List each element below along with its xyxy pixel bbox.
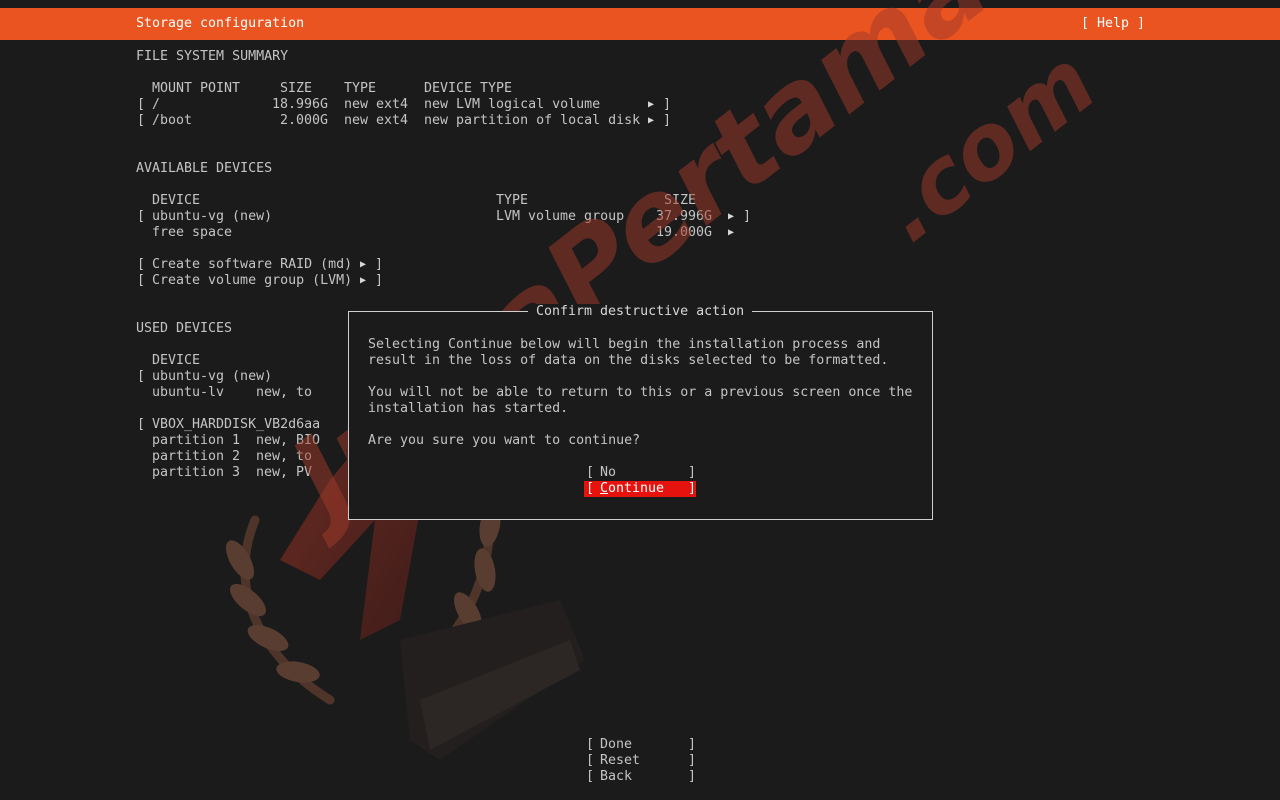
arrow-right-icon: ▶ [648, 115, 655, 126]
column-device: DEVICE [152, 193, 201, 208]
dialog-message-line: installation has started. [368, 401, 569, 416]
column-size: SIZE [664, 193, 697, 208]
header-bar: Storage configuration [ Help ] [0, 8, 1280, 40]
device-name: VBOX_HARDDISK_VB2d6aa [152, 417, 321, 432]
continue-button-label: Continue [600, 481, 664, 497]
device-name: ubuntu-vg (new) [152, 369, 273, 384]
mount-point: /boot [152, 113, 193, 128]
back-button-label: Back [600, 769, 633, 784]
bracket-close: ] [375, 273, 384, 288]
bracket-close: ] [743, 209, 752, 224]
bracket-open: [ [137, 417, 146, 432]
device-type: new LVM logical volume [424, 97, 601, 112]
free-space-label: free space [152, 225, 233, 240]
used-devices-heading: USED DEVICES [136, 321, 233, 336]
bracket-close: ] [663, 113, 672, 128]
fs-summary-heading: FILE SYSTEM SUMMARY [136, 49, 289, 64]
bracket-open: [ [137, 273, 146, 288]
bracket-close: ] [688, 769, 697, 784]
create-vg-label: Create volume group (LVM) [152, 273, 353, 288]
bracket-close: ] [663, 97, 672, 112]
bracket-close: ] [688, 481, 697, 496]
bracket-open: [ [586, 737, 595, 752]
column-mount-point: MOUNT POINT [152, 81, 241, 96]
device-type: new partition of local disk [424, 113, 641, 128]
column-device-type: DEVICE TYPE [424, 81, 513, 96]
done-button-label: Done [600, 737, 633, 752]
partition-info: new, BIO [256, 433, 321, 448]
create-raid-label: Create software RAID (md) [152, 257, 353, 272]
mount-point: / [152, 97, 161, 112]
fs-type: new ext4 [344, 113, 409, 128]
column-size: SIZE [280, 81, 313, 96]
fs-type: new ext4 [344, 97, 409, 112]
size-value: 18.996G [272, 97, 329, 112]
no-button-label: No [600, 465, 617, 480]
free-space-size: 19.000G [656, 225, 713, 240]
bracket-close: ] [688, 465, 697, 480]
available-devices-heading: AVAILABLE DEVICES [136, 161, 273, 176]
bracket-open: [ [137, 257, 146, 272]
column-type: TYPE [496, 193, 529, 208]
watermark-suffix: .com [859, 30, 1115, 262]
reset-button-label: Reset [600, 753, 641, 768]
bracket-open: [ [586, 465, 595, 480]
arrow-right-icon: ▶ [728, 227, 735, 238]
bracket-open: [ [586, 753, 595, 768]
bracket-close: ] [375, 257, 384, 272]
partition-name: partition 3 [152, 465, 241, 480]
device-info: new, to [256, 385, 313, 400]
arrow-right-icon: ▶ [360, 259, 367, 270]
bracket-close: ] [688, 753, 697, 768]
column-device: DEVICE [152, 353, 201, 368]
screen-title: Storage configuration [136, 16, 305, 31]
device-name: ubuntu-vg (new) [152, 209, 273, 224]
size-value: 2.000G [280, 113, 329, 128]
dialog-message-line: You will not be able to return to this o… [368, 385, 913, 400]
cursor-char: C [600, 481, 609, 496]
dialog-title: Confirm destructive action [528, 304, 753, 320]
dialog-question: Are you sure you want to continue? [368, 433, 641, 448]
device-name: ubuntu-lv [152, 385, 225, 400]
partition-info: new, PV [256, 465, 313, 480]
partition-name: partition 1 [152, 433, 241, 448]
device-type: LVM volume group [496, 209, 625, 224]
bracket-open: [ [137, 97, 146, 112]
bracket-open: [ [137, 209, 146, 224]
help-button[interactable]: [ Help ] [1081, 16, 1145, 32]
bracket-open: [ [586, 769, 595, 784]
bracket-close: ] [688, 737, 697, 752]
column-type: TYPE [344, 81, 377, 96]
arrow-right-icon: ▶ [728, 211, 735, 222]
partition-name: partition 2 [152, 449, 241, 464]
dialog-message-line: Selecting Continue below will begin the … [368, 337, 881, 352]
arrow-right-icon: ▶ [648, 99, 655, 110]
continue-rest: ontinue [608, 481, 665, 496]
bracket-open: [ [137, 369, 146, 384]
dialog-message-line: result in the loss of data on the disks … [368, 353, 889, 368]
bracket-open: [ [137, 113, 146, 128]
partition-info: new, to [256, 449, 313, 464]
continue-button[interactable]: [ Continue ] [584, 481, 696, 497]
device-size: 37.996G [656, 209, 713, 224]
arrow-right-icon: ▶ [360, 275, 367, 286]
bracket-open: [ [586, 481, 595, 496]
